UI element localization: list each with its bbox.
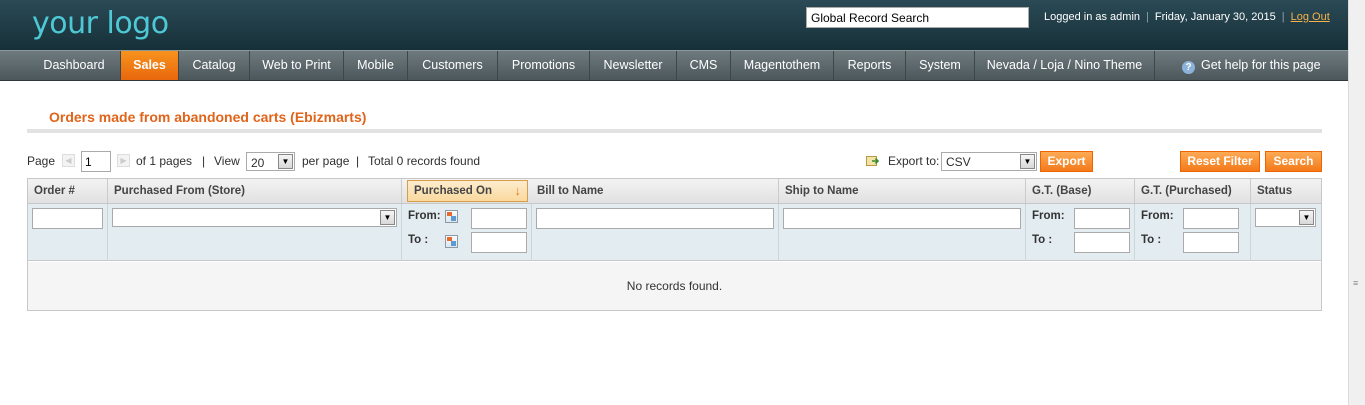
nav-item-promotions[interactable]: Promotions [498, 51, 590, 80]
logged-in-text: Logged in as admin [1044, 11, 1141, 23]
prev-page-icon[interactable]: ◀ [62, 154, 75, 167]
main-nav: Dashboard Sales Catalog Web to Print Mob… [0, 50, 1348, 81]
to-label: To : [408, 234, 429, 246]
bill-to-filter-input[interactable] [536, 208, 774, 229]
view-label: View [214, 154, 240, 168]
grid-filter-row: ▼ From: To : From: To : From: To : ▼ [28, 204, 1321, 261]
calendar-icon[interactable] [445, 235, 458, 248]
purchased-on-label: Purchased On [414, 185, 492, 197]
from-label: From: [408, 210, 441, 222]
from-label: From: [1141, 210, 1174, 222]
column-header-order[interactable]: Order # [28, 179, 108, 203]
export-label: Export to: [888, 154, 940, 168]
page-number-input[interactable] [81, 151, 111, 172]
per-page-select[interactable]: 20 ▼ [246, 152, 295, 171]
export-format-value: CSV [946, 155, 971, 169]
help-link[interactable]: ? Get help for this page [1182, 51, 1321, 80]
column-header-gt-purchased[interactable]: G.T. (Purchased) [1135, 179, 1251, 203]
calendar-icon[interactable] [445, 210, 458, 223]
order-filter-input[interactable] [32, 208, 103, 229]
orders-grid: Order # Purchased From (Store) Purchased… [27, 178, 1322, 311]
chevron-down-icon: ▼ [278, 154, 293, 169]
nav-item-sales[interactable]: Sales [121, 51, 179, 80]
purchased-from-input[interactable] [471, 208, 527, 229]
filter-cell-ship-to [779, 204, 1026, 261]
nav-item-catalog[interactable]: Catalog [179, 51, 250, 80]
status-filter-select[interactable]: ▼ [1255, 208, 1316, 227]
nav-item-mobile[interactable]: Mobile [344, 51, 408, 80]
to-label: To : [1141, 234, 1162, 246]
header-date: Friday, January 30, 2015 [1154, 11, 1276, 23]
logo[interactable]: your logo [32, 6, 169, 41]
nav-item-newsletter[interactable]: Newsletter [590, 51, 677, 80]
nav-item-web-to-print[interactable]: Web to Print [250, 51, 344, 80]
filter-cell-order [28, 204, 108, 261]
pager-separator-2: | [356, 154, 360, 168]
total-records-text: Total 0 records found [368, 154, 481, 168]
ship-to-filter-input[interactable] [783, 208, 1021, 229]
chevron-down-icon: ▼ [380, 210, 395, 225]
empty-grid-message: No records found. [28, 262, 1321, 310]
column-header-ship-to[interactable]: Ship to Name [779, 179, 1026, 203]
purchased-to-input[interactable] [471, 232, 527, 253]
nav-item-customers[interactable]: Customers [408, 51, 498, 80]
global-search-input[interactable] [806, 7, 1029, 28]
filter-cell-bill-to [532, 204, 779, 261]
of-pages-text: of 1 pages [136, 154, 193, 168]
help-icon: ? [1182, 61, 1195, 74]
nav-item-cms[interactable]: CMS [677, 51, 731, 80]
gt-base-from-input[interactable] [1074, 208, 1130, 229]
export-button[interactable]: Export [1040, 151, 1093, 172]
nav-item-theme[interactable]: Nevada / Loja / Nino Theme [975, 51, 1155, 80]
pager-separator: | [202, 154, 206, 168]
filter-cell-status: ▼ [1251, 204, 1321, 261]
sort-desc-icon: ↓ [514, 183, 522, 198]
to-label: To : [1032, 234, 1053, 246]
column-header-status[interactable]: Status [1251, 179, 1321, 203]
filter-cell-store: ▼ [108, 204, 402, 261]
title-divider [27, 129, 1322, 133]
filter-cell-purchased-on: From: To : [402, 204, 532, 261]
gt-base-to-input[interactable] [1074, 232, 1130, 253]
logout-link[interactable]: Log Out [1291, 11, 1330, 23]
export-icon [866, 156, 880, 166]
column-header-store[interactable]: Purchased From (Store) [108, 179, 402, 203]
search-button[interactable]: Search [1265, 151, 1322, 172]
nav-item-dashboard[interactable]: Dashboard [28, 51, 121, 80]
scroll-grip-icon: ≡ [1353, 278, 1359, 288]
page-label: Page [27, 154, 56, 168]
page-title: Orders made from abandoned carts (Ebizma… [49, 109, 367, 125]
filter-cell-gt-purchased: From: To : [1135, 204, 1251, 261]
gt-purchased-from-input[interactable] [1183, 208, 1239, 229]
column-header-purchased-on[interactable]: Purchased On ↓ [407, 180, 528, 202]
chevron-down-icon: ▼ [1020, 154, 1035, 169]
nav-item-system[interactable]: System [906, 51, 975, 80]
gt-purchased-to-input[interactable] [1183, 232, 1239, 253]
chevron-down-icon: ▼ [1299, 210, 1314, 225]
vertical-scrollbar[interactable]: ≡ [1348, 0, 1365, 405]
nav-item-magentothem[interactable]: Magentothem [731, 51, 834, 80]
admin-header: your logo Logged in as admin|Friday, Jan… [0, 0, 1348, 50]
from-label: From: [1032, 210, 1065, 222]
per-page-value: 20 [251, 156, 265, 170]
help-label: Get help for this page [1201, 58, 1321, 72]
filter-cell-gt-base: From: To : [1026, 204, 1135, 261]
reset-filter-button[interactable]: Reset Filter [1180, 151, 1260, 172]
grid-header-row: Order # Purchased From (Store) Purchased… [28, 179, 1321, 204]
export-format-select[interactable]: CSV ▼ [941, 152, 1037, 171]
header-user-info: Logged in as admin | Friday, January 30, 2… [1044, 11, 1330, 23]
column-header-gt-base[interactable]: G.T. (Base) [1026, 179, 1135, 203]
nav-item-reports[interactable]: Reports [834, 51, 906, 80]
next-page-icon[interactable]: ▶ [117, 154, 130, 167]
store-filter-select[interactable]: ▼ [112, 208, 397, 227]
per-page-label: per page [302, 154, 350, 168]
column-header-bill-to[interactable]: Bill to Name [531, 179, 779, 203]
